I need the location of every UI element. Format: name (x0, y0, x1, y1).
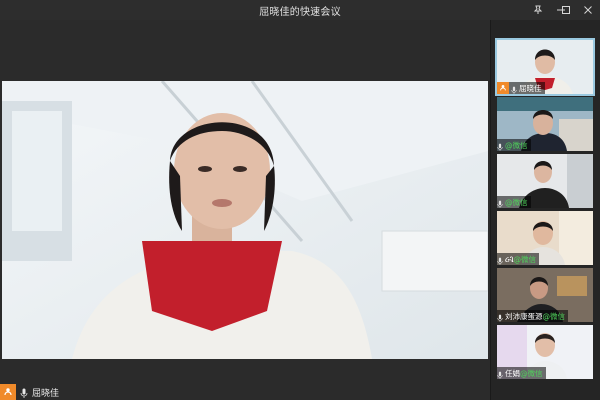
close-icon[interactable] (580, 2, 596, 18)
window-title: 屈晓佳的快速会议 (259, 7, 341, 18)
speaker-icon (0, 384, 16, 400)
microphone-icon (511, 79, 517, 95)
microphone-icon (497, 307, 503, 323)
microphone-icon (497, 364, 503, 380)
participant-sidebar: 屈晓佳 @微信 @微信 ᏵᎸ@微信 刘沛康蛋源@微信 任娟@微信 (490, 20, 600, 400)
tile-caption: 任娟@微信 (497, 367, 546, 379)
main-video-feed[interactable] (2, 81, 488, 359)
participant-tile[interactable]: 刘沛康蛋源@微信 (497, 268, 593, 322)
participant-source: @微信 (505, 197, 528, 207)
participant-name: ᏵᎸ (505, 254, 514, 264)
microphone-icon (497, 193, 503, 209)
participant-source: @微信 (520, 368, 543, 378)
participant-tile[interactable]: 屈晓佳 (495, 38, 595, 96)
main-video-caption: 屈晓佳 (0, 384, 59, 400)
participant-tile[interactable]: 任娟@微信 (497, 325, 593, 379)
tile-caption: ᏵᎸ@微信 (497, 250, 540, 266)
maximize-icon[interactable] (558, 2, 574, 18)
main-video-area: 屈晓佳 (0, 20, 490, 400)
participant-source: @微信 (505, 140, 528, 150)
speaker-icon (497, 82, 509, 94)
participant-name: 刘沛康蛋源 (505, 311, 543, 321)
participant-source: @微信 (513, 254, 537, 264)
microphone-icon (497, 250, 503, 266)
participant-name: 任娟 (505, 368, 520, 378)
tile-caption: 屈晓佳 (497, 82, 545, 94)
participant-source: @微信 (542, 311, 566, 321)
participant-tile[interactable]: @微信 (497, 154, 593, 208)
tile-caption: @微信 (497, 196, 531, 208)
microphone-icon (20, 383, 28, 400)
main-participant-name: 屈晓佳 (32, 388, 60, 399)
microphone-icon (497, 136, 503, 152)
title-bar: 屈晓佳的快速会议 (0, 0, 600, 20)
participant-tile[interactable]: @微信 (497, 97, 593, 151)
tile-caption: @微信 (497, 139, 531, 151)
tile-caption: 刘沛康蛋源@微信 (497, 310, 568, 322)
participant-tile[interactable]: ᏵᎸ@微信 (497, 211, 593, 265)
participant-name: 屈晓佳 (519, 83, 542, 93)
pin-icon[interactable] (530, 2, 546, 18)
